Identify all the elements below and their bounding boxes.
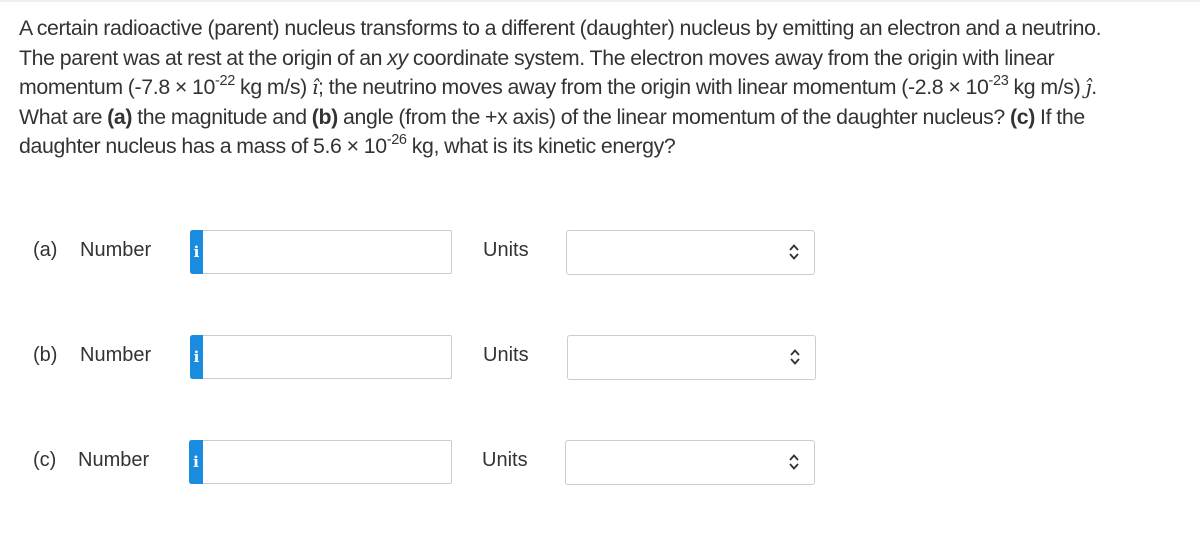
exponent: -23 — [988, 72, 1009, 89]
question-line-5: daughter nucleus has a mass of 5.6 × 10-… — [19, 131, 676, 158]
part-c-tag: (c) — [1010, 104, 1035, 129]
part-a-tag: (a) — [107, 104, 133, 129]
exponent: -26 — [386, 131, 407, 148]
units-select-a[interactable] — [566, 230, 815, 275]
units-label: Units — [482, 449, 528, 471]
number-field: i — [190, 335, 452, 379]
info-icon[interactable]: i — [189, 440, 203, 484]
units-select-b[interactable] — [567, 335, 816, 380]
xy-variable: xy — [387, 45, 408, 70]
units-label: Units — [483, 344, 529, 366]
question-text: A certain radioactive (parent) nucleus t… — [19, 14, 1194, 162]
exponent: -22 — [215, 72, 235, 89]
number-label: Number — [78, 449, 150, 471]
part-label: (c) — [33, 449, 57, 471]
select-chevron-icon — [790, 349, 800, 365]
number-input-a[interactable] — [203, 231, 451, 273]
question-line-2: The parent was at rest at the origin of … — [19, 45, 1055, 70]
number-field: i — [190, 230, 452, 274]
info-icon[interactable]: i — [190, 230, 203, 274]
part-b-tag: (b) — [311, 104, 339, 129]
info-icon[interactable]: i — [190, 335, 203, 379]
top-divider — [0, 0, 1200, 2]
question-line-4: What are (a) the magnitude and (b) angle… — [19, 104, 1085, 129]
answer-row-a: (a) Number i Units — [0, 229, 1200, 275]
number-field: i — [189, 440, 452, 484]
number-label: Number — [80, 344, 152, 366]
number-input-b[interactable] — [203, 336, 451, 378]
question-line-3: momentum (-7.8 × 10-22 kg m/s) î; the ne… — [19, 72, 1097, 99]
select-chevron-icon — [789, 244, 799, 260]
answer-row-b: (b) Number i Units — [0, 334, 1200, 380]
select-chevron-icon — [789, 454, 799, 470]
question-line-1: A certain radioactive (parent) nucleus t… — [19, 16, 1102, 40]
number-label: Number — [80, 239, 152, 261]
number-input-c[interactable] — [203, 441, 451, 483]
part-label: (a) — [33, 239, 58, 261]
part-label: (b) — [33, 344, 58, 366]
units-select-c[interactable] — [565, 440, 815, 485]
answer-row-c: (c) Number i Units — [0, 439, 1200, 485]
units-label: Units — [483, 239, 529, 261]
